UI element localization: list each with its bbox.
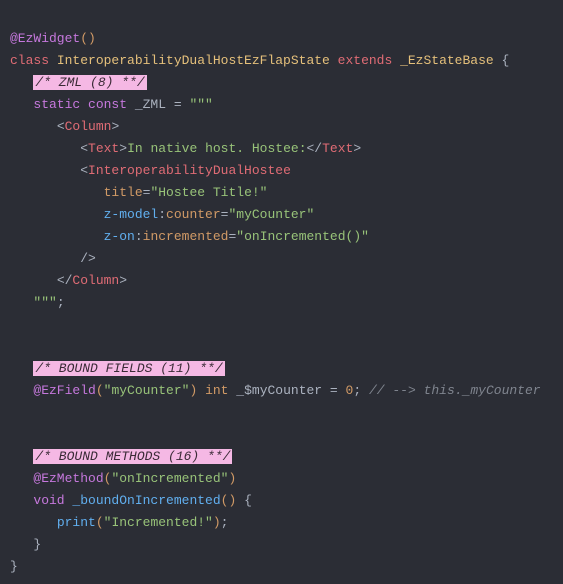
- line-4: static const _ZML = """: [10, 97, 213, 112]
- tag-close: >: [111, 119, 119, 134]
- attr-zon: z-on: [104, 229, 135, 244]
- brace: {: [494, 53, 510, 68]
- paren-close: ): [228, 471, 236, 486]
- line-21: }: [10, 559, 18, 574]
- tag-column: Column: [65, 119, 112, 134]
- paren-close: ): [213, 515, 221, 530]
- tag-close2: >: [353, 141, 361, 156]
- line-10: z-on:incremented="onIncremented()": [10, 229, 369, 244]
- colon: :: [158, 207, 166, 222]
- comment: // --> this._myCounter: [361, 383, 540, 398]
- eq: =: [322, 383, 345, 398]
- tag-hostee: InteroperabilityDualHostee: [88, 163, 291, 178]
- eq: =: [166, 97, 189, 112]
- triple-quote: """: [189, 97, 212, 112]
- semi: ;: [221, 515, 229, 530]
- attr-counter: counter: [166, 207, 221, 222]
- var-name: _ZML: [135, 97, 166, 112]
- line-14: /* BOUND FIELDS (11) **/: [10, 361, 225, 376]
- type-int: int: [197, 383, 236, 398]
- line-13: """;: [10, 295, 65, 310]
- tag-text-close: Text: [322, 141, 353, 156]
- blank-4: [10, 427, 18, 442]
- line-1: @EzWidget(): [10, 31, 96, 46]
- semi: ;: [353, 383, 361, 398]
- line-15: @EzField("myCounter") int _$myCounter = …: [10, 383, 541, 398]
- brace: }: [33, 537, 41, 552]
- decorator: @EzWidget: [10, 31, 80, 46]
- void-kw: void: [33, 493, 72, 508]
- tag-open: </: [57, 273, 73, 288]
- str: "onIncremented": [111, 471, 228, 486]
- class-name: InteroperabilityDualHostEzFlapState: [57, 53, 330, 68]
- decorator: @EzMethod: [33, 471, 103, 486]
- line-19: print("Incremented!");: [10, 515, 228, 530]
- paren: (): [80, 31, 96, 46]
- str: "Incremented!": [104, 515, 213, 530]
- line-11: />: [10, 251, 96, 266]
- blank-3: [10, 405, 18, 420]
- attr-val: "myCounter": [228, 207, 314, 222]
- extends-keyword: extends: [330, 53, 400, 68]
- code-editor: @EzWidget() class InteroperabilityDualHo…: [0, 0, 563, 584]
- paren-open: (: [96, 515, 104, 530]
- tag-text: Text: [88, 141, 119, 156]
- paren: (): [221, 493, 237, 508]
- line-8: title="Hostee Title!": [10, 185, 267, 200]
- line-3: /* ZML (8) **/: [10, 75, 147, 90]
- blank-2: [10, 339, 18, 354]
- tag-open: <: [80, 141, 88, 156]
- decorator: @EzField: [33, 383, 95, 398]
- static-kw: static: [33, 97, 88, 112]
- semi: ;: [57, 295, 65, 310]
- line-2: class InteroperabilityDualHostEzFlapStat…: [10, 53, 509, 68]
- tag-close: >: [119, 141, 127, 156]
- var-name: _$myCounter: [236, 383, 322, 398]
- blank-1: [10, 317, 18, 332]
- line-17: @EzMethod("onIncremented"): [10, 471, 236, 486]
- triple-quote: """: [33, 295, 56, 310]
- line-20: }: [10, 537, 41, 552]
- attr-incremented: incremented: [143, 229, 229, 244]
- line-5: <Column>: [10, 119, 119, 134]
- attr-title: title: [104, 185, 143, 200]
- brace: {: [236, 493, 252, 508]
- comment-zml: /* ZML (8) **/: [33, 75, 146, 90]
- tag-column-close: Column: [72, 273, 119, 288]
- comment-bound-fields: /* BOUND FIELDS (11) **/: [33, 361, 224, 376]
- fn-name: _boundOnIncremented: [72, 493, 220, 508]
- base-class: _EzStateBase: [400, 53, 494, 68]
- tag-open: <: [80, 163, 88, 178]
- fn-print: print: [57, 515, 96, 530]
- line-6: <Text>In native host. Hostee:</Text>: [10, 141, 361, 156]
- line-16: /* BOUND METHODS (16) **/: [10, 449, 232, 464]
- const-kw: const: [88, 97, 135, 112]
- attr-val: "Hostee Title!": [150, 185, 267, 200]
- brace: }: [10, 559, 18, 574]
- text-content: In native host. Hostee:: [127, 141, 306, 156]
- paren-open: (: [96, 383, 104, 398]
- tag-open: <: [57, 119, 65, 134]
- comment-bound-methods: /* BOUND METHODS (16) **/: [33, 449, 232, 464]
- str: "myCounter": [104, 383, 190, 398]
- line-7: <InteroperabilityDualHostee: [10, 163, 291, 178]
- tag-open2: </: [307, 141, 323, 156]
- line-9: z-model:counter="myCounter": [10, 207, 314, 222]
- colon: :: [135, 229, 143, 244]
- self-close: />: [80, 251, 96, 266]
- attr-zmodel: z-model: [104, 207, 159, 222]
- attr-val: "onIncremented()": [236, 229, 369, 244]
- class-keyword: class: [10, 53, 57, 68]
- line-12: </Column>: [10, 273, 127, 288]
- tag-close: >: [119, 273, 127, 288]
- line-18: void _boundOnIncremented() {: [10, 493, 252, 508]
